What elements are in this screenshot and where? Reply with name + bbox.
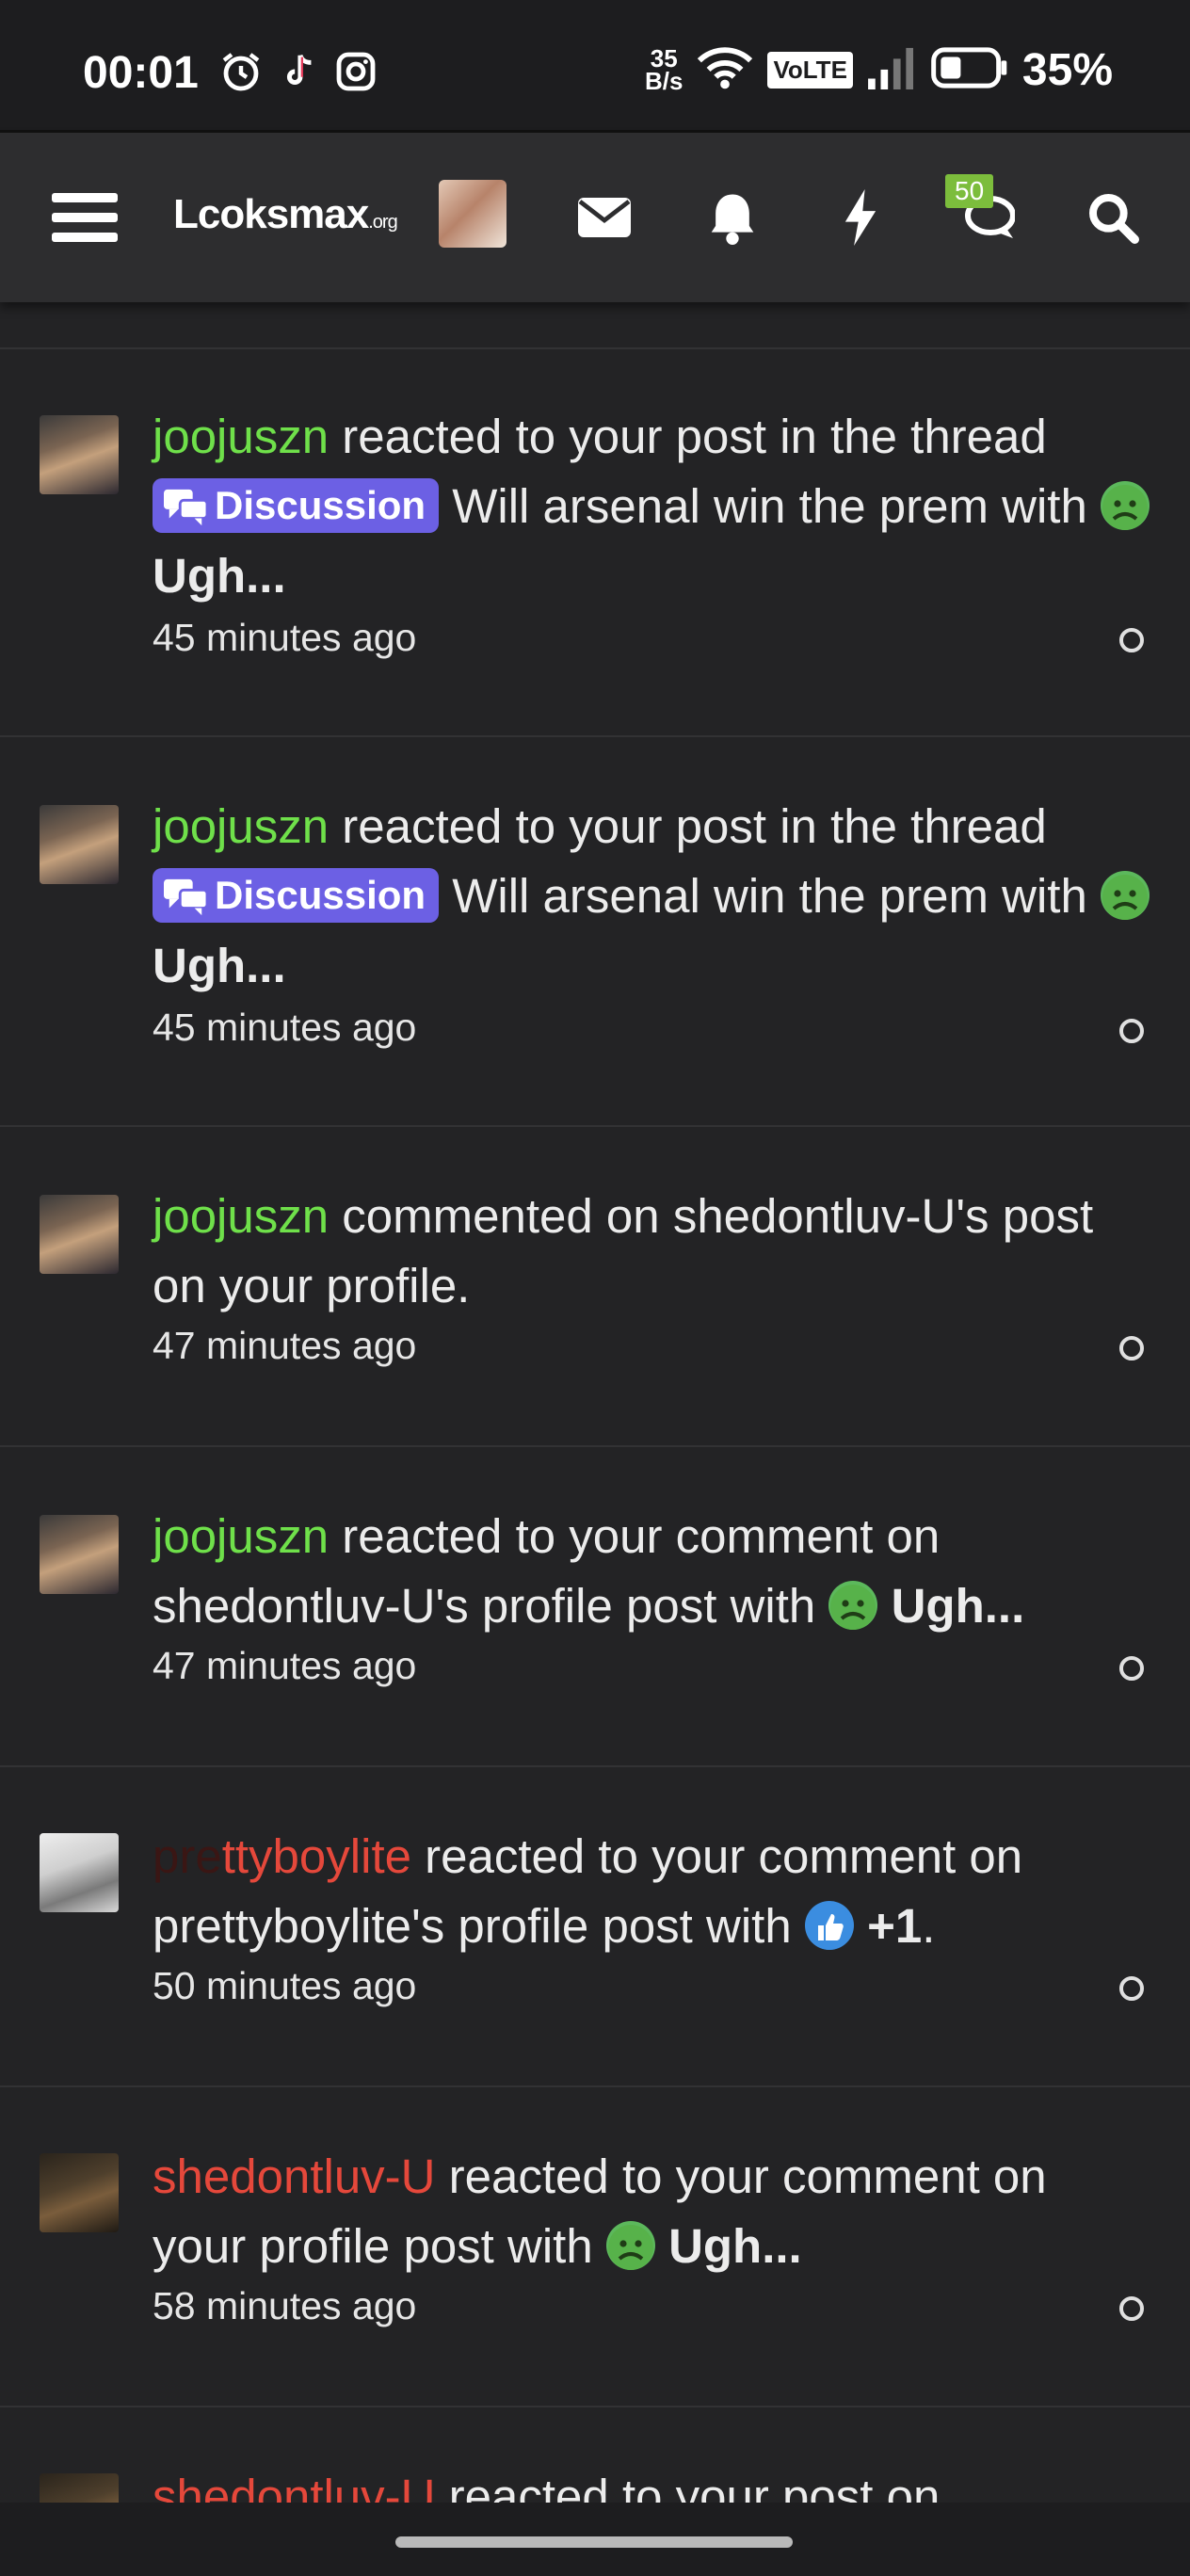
username-link[interactable]: joojuszn (153, 1189, 329, 1243)
mark-read-toggle[interactable] (1119, 1336, 1144, 1360)
new-posts-count-badge: 50 (945, 174, 994, 208)
envelope-icon (578, 198, 631, 237)
search-icon (1089, 194, 1139, 244)
avatar[interactable] (40, 2473, 119, 2503)
notification-text: reacted to your post on (448, 2470, 941, 2503)
forum-nav-bar: Lcoksmax.org 50 (0, 133, 1190, 302)
avatar[interactable] (40, 2153, 119, 2232)
new-posts-button[interactable] (947, 133, 1026, 302)
home-gesture-bar[interactable] (395, 2536, 793, 2548)
bell-icon (711, 194, 754, 245)
avatar[interactable] (40, 1515, 119, 1594)
status-bar: 00:01 35 B/s VoLTE 35% (0, 0, 1190, 133)
timestamp: 58 minutes ago (153, 2284, 417, 2327)
user-avatar[interactable] (439, 180, 507, 248)
search-button[interactable] (1073, 133, 1152, 302)
username-link[interactable]: joojuszn (153, 1509, 329, 1563)
sick-face-icon (828, 1581, 878, 1630)
avatar[interactable] (40, 805, 119, 884)
sick-face-icon (1101, 481, 1150, 530)
reaction-name: Ugh... (668, 2219, 802, 2273)
site-logo[interactable]: Lcoksmax.org (173, 191, 398, 238)
net-speed: 35 B/s (644, 44, 683, 95)
mark-read-toggle[interactable] (1119, 2296, 1144, 2321)
notification-text: reacted to your post in the thread (342, 410, 1047, 463)
notification-item[interactable]: shedontluv-U reacted to your comment on … (0, 2087, 1190, 2407)
timestamp: 50 minutes ago (153, 1964, 417, 2007)
battery-icon (930, 46, 1009, 94)
timestamp: 47 minutes ago (153, 1324, 417, 1367)
thumbs-up-icon (804, 1901, 854, 1950)
wifi-icon (696, 44, 754, 96)
lightning-icon (844, 189, 876, 246)
notification-item[interactable]: prettyboylite reacted to your comment on… (0, 1767, 1190, 2087)
avatar[interactable] (40, 415, 119, 494)
hamburger-icon (52, 193, 118, 242)
reaction-name: Ugh... (153, 939, 286, 992)
discussion-tag[interactable]: Discussion (153, 478, 440, 533)
status-right: 35 B/s VoLTE 35% (645, 41, 1190, 98)
reaction-name: Ugh... (153, 549, 286, 603)
mark-read-toggle[interactable] (1119, 1019, 1144, 1043)
alerts-button[interactable] (693, 133, 772, 302)
username-link[interactable]: shedontluv-U (153, 2470, 436, 2503)
discussion-tag[interactable]: Discussion (153, 868, 440, 923)
username-link[interactable]: joojuszn (153, 799, 329, 853)
notification-item[interactable]: shedontluv-U reacted to your post on (0, 2407, 1190, 2503)
menu-button[interactable] (38, 133, 132, 302)
timestamp: 47 minutes ago (153, 1644, 417, 1687)
avatar[interactable] (40, 1195, 119, 1274)
signal-icon (866, 46, 917, 94)
notification-item[interactable]: joojuszn reacted to your post in the thr… (0, 349, 1190, 737)
username-link[interactable]: joojuszn (153, 410, 329, 463)
notification-item[interactable]: joojuszn reacted to your comment on shed… (0, 1447, 1190, 1767)
notification-text: reacted to your post in the thread (342, 799, 1047, 853)
battery-percent: 35% (1021, 44, 1113, 95)
mark-read-toggle[interactable] (1119, 1976, 1144, 2001)
instagram-icon (333, 49, 378, 91)
timestamp: 45 minutes ago (153, 1006, 417, 1049)
sick-face-icon (1101, 871, 1150, 920)
volte-badge: VoLTE (767, 51, 853, 89)
thread-title-link[interactable]: Will arsenal win the prem (452, 869, 989, 923)
reaction-name: +1 (867, 1899, 923, 1953)
clock: 00:01 (83, 48, 199, 98)
inbox-button[interactable] (565, 133, 644, 302)
whats-new-button[interactable] (821, 133, 900, 302)
username-link[interactable]: shedontluv-U (153, 2149, 436, 2203)
notification-item[interactable]: joojuszn reacted to your post in the thr… (0, 737, 1190, 1127)
avatar[interactable] (40, 1833, 119, 1912)
mark-read-toggle[interactable] (1119, 1656, 1144, 1681)
sick-face-icon (605, 2221, 655, 2270)
thread-title-link[interactable]: Will arsenal win the prem (452, 479, 989, 533)
chat-icon (164, 489, 209, 526)
alarm-icon (218, 49, 264, 91)
timestamp: 45 minutes ago (153, 616, 417, 659)
username-link[interactable]: prettyboylite (153, 1829, 411, 1883)
reaction-name: Ugh... (891, 1579, 1025, 1633)
chat-icon (164, 878, 209, 916)
notification-item[interactable]: joojuszn commented on shedontluv-U's pos… (0, 1127, 1190, 1447)
tiktok-icon (277, 49, 320, 90)
mark-read-toggle[interactable] (1119, 628, 1144, 652)
